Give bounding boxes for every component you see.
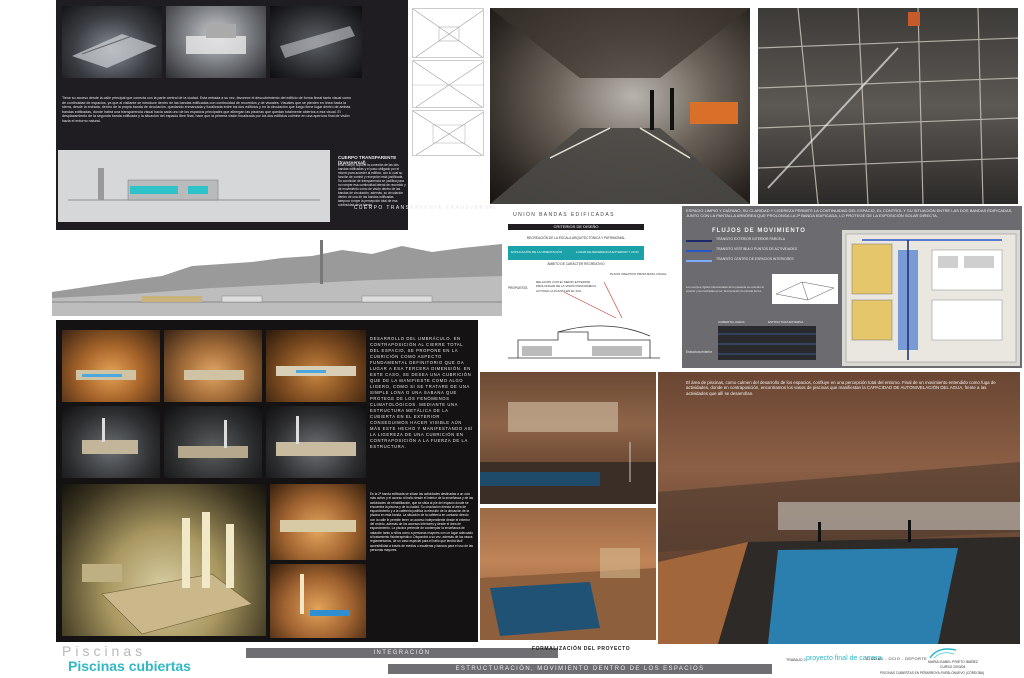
plan-drawing [842, 230, 1020, 366]
pool-interior-render-1 [480, 372, 656, 504]
model-night-5 [164, 406, 262, 478]
cross-section-drawing [508, 318, 660, 364]
flow-line-icon [686, 260, 712, 262]
structure-diagram-strip [718, 326, 816, 360]
structure-label: ESTRUCTURA EXTERNA [768, 320, 804, 324]
upper-left-panel: Tiene su acceso desde la calle principal… [56, 0, 408, 230]
pool-main-panel: El área de piscinas, como culmen del des… [658, 372, 1020, 644]
flow-item-label: TRANSITO CENTRO DE ESPACIOS INTERIORES [716, 257, 794, 261]
band-label-union: UNION BANDAS EDIFICADAS [513, 212, 615, 218]
perspective-sketch-3 [412, 110, 484, 156]
extra-label: Estructura exterior [686, 350, 713, 354]
perspective-sketch-2 [412, 60, 484, 108]
model-photo-2 [166, 6, 266, 78]
model-side-photo-1 [270, 484, 366, 560]
model-night-6 [266, 406, 366, 478]
logo-piscinas: Piscinas [62, 643, 147, 659]
corridor-render [490, 8, 750, 204]
logo-piscinas-cubiertas: Piscinas cubiertas [68, 658, 191, 674]
cover-label: CUBIERTA LIGERA [718, 320, 745, 324]
flow-item-label: TRANSITO VESTIBULO PUNTOS DE ACTIVIDADES [716, 247, 798, 251]
pool-render-scene [658, 462, 1020, 644]
project-label: TRABAJO 2 [786, 658, 806, 662]
transparent-body-text: Este cuerpo supone la conexión de las do… [338, 163, 406, 207]
flow-line-icon [686, 240, 712, 242]
structuring-bar: ESTRUCTURACIÓN, MOVIMIENTO DENTRO DE LOS… [388, 664, 772, 674]
project-place: CIUDAD - OCIO - DEPORTE [866, 656, 928, 661]
integration-bar: INTEGRACIÓN [246, 648, 558, 658]
elevation-drawing [58, 150, 330, 222]
model-night-1 [62, 330, 160, 402]
pool-interior-render-2 [480, 508, 656, 640]
project-subtitle: PISCINAS CUBIERTAS EN PEÑARROYA-PUEBLONU… [880, 671, 985, 675]
author-name: MARÍA ISABEL PRIETO IBÁÑEZ [928, 660, 978, 664]
flows-heading: ESPACIO LIMPIO Y DIÁFANO, SU CLARIDAD Y … [686, 208, 1013, 218]
flow-item: TRANSITO CENTRO DE ESPACIOS INTERIORES [686, 256, 836, 266]
flow-item-label: TRANSITO EXTERIOR INTERIOR PARCELA [716, 237, 786, 241]
model-night-2 [164, 330, 262, 402]
author-course: CURSO 2003/04 [940, 665, 966, 669]
model-night-4 [62, 406, 160, 478]
lower-left-panel: DESARROLLO DEL UMBRÁCULO. EN CONTRAPOSIC… [56, 320, 478, 642]
model-large-photo [62, 484, 266, 636]
perspective-sketch-1 [412, 8, 484, 58]
flows-sketch [772, 274, 838, 304]
flow-item: TRANSITO EXTERIOR INTERIOR PARCELA [686, 236, 836, 246]
model-side-photo-2 [270, 564, 366, 638]
model-night-3 [266, 330, 366, 402]
formalization-label: FORMALIZACIÓN DEL PROYECTO [532, 646, 631, 652]
second-band-text: En la 2ª banda edificada se sitúan las a… [370, 492, 474, 552]
glass-roof-render [758, 8, 1018, 204]
model-photo-1 [62, 6, 162, 78]
flows-title: FLUJOS DE MOVIMIENTO [712, 228, 806, 234]
model-photo-3 [270, 6, 362, 78]
flows-small-text: Los cuerpos rígidos transversales de la … [686, 285, 764, 293]
project-logo-icon [928, 644, 958, 660]
flow-item: TRANSITO VESTIBULO PUNTOS DE ACTIVIDADES [686, 246, 836, 256]
flow-line-icon [686, 250, 712, 252]
flows-panel: ESPACIO LIMPIO Y DIÁFANO, SU CLARIDAD Y … [682, 206, 1022, 368]
flows-legend: TRANSITO EXTERIOR INTERIOR PARCELA TRANS… [686, 236, 836, 266]
landscape-section [52, 236, 502, 316]
intro-text: Tiene su acceso desde la calle principal… [62, 96, 352, 123]
roof-development-text: DESARROLLO DEL UMBRÁCULO. EN CONTRAPOSIC… [370, 336, 473, 449]
